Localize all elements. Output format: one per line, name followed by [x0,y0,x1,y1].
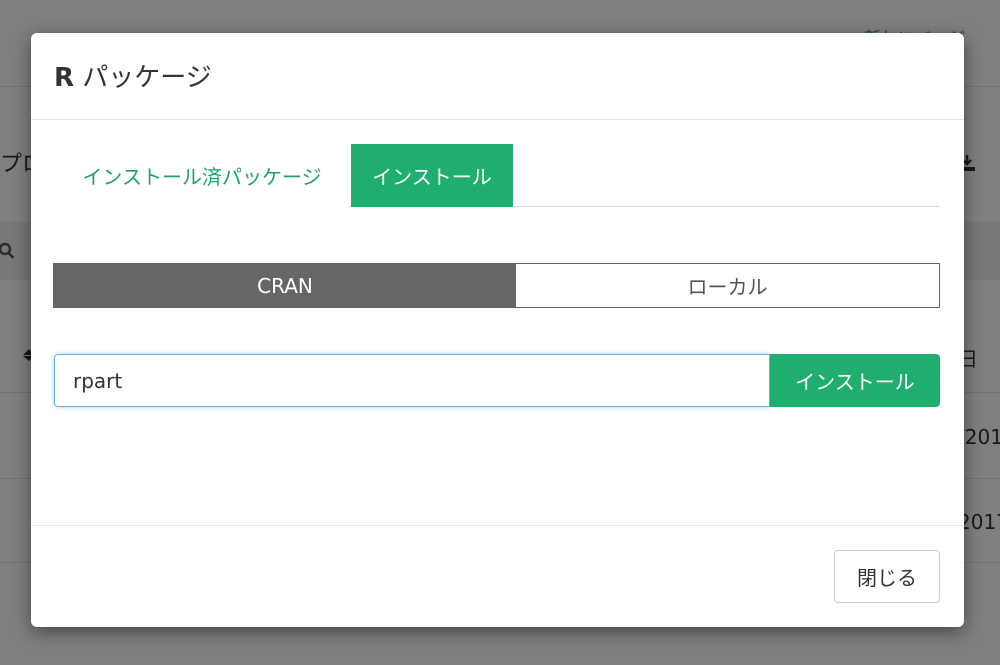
tab-installed-packages[interactable]: インストール済パッケージ [54,144,350,207]
modal-header-divider [31,119,964,120]
tab-install[interactable]: インストール [351,144,513,207]
source-option-local[interactable]: ローカル [516,264,939,307]
package-install-row: インストール [54,354,940,407]
source-option-cran[interactable]: CRAN [54,264,516,307]
modal-title: R パッケージ [54,57,212,94]
modal-title-text: パッケージ [82,63,212,93]
package-name-input[interactable] [54,354,770,407]
modal-title-prefix: R [54,63,75,93]
r-packages-modal: R パッケージ インストール済パッケージ インストール CRAN ローカル イン… [31,33,964,627]
package-tabs: インストール済パッケージ インストール [54,144,940,207]
close-button[interactable]: 閉じる [834,550,940,603]
modal-footer-divider [31,525,964,526]
source-toggle: CRAN ローカル [53,263,940,308]
install-button[interactable]: インストール [770,354,940,407]
